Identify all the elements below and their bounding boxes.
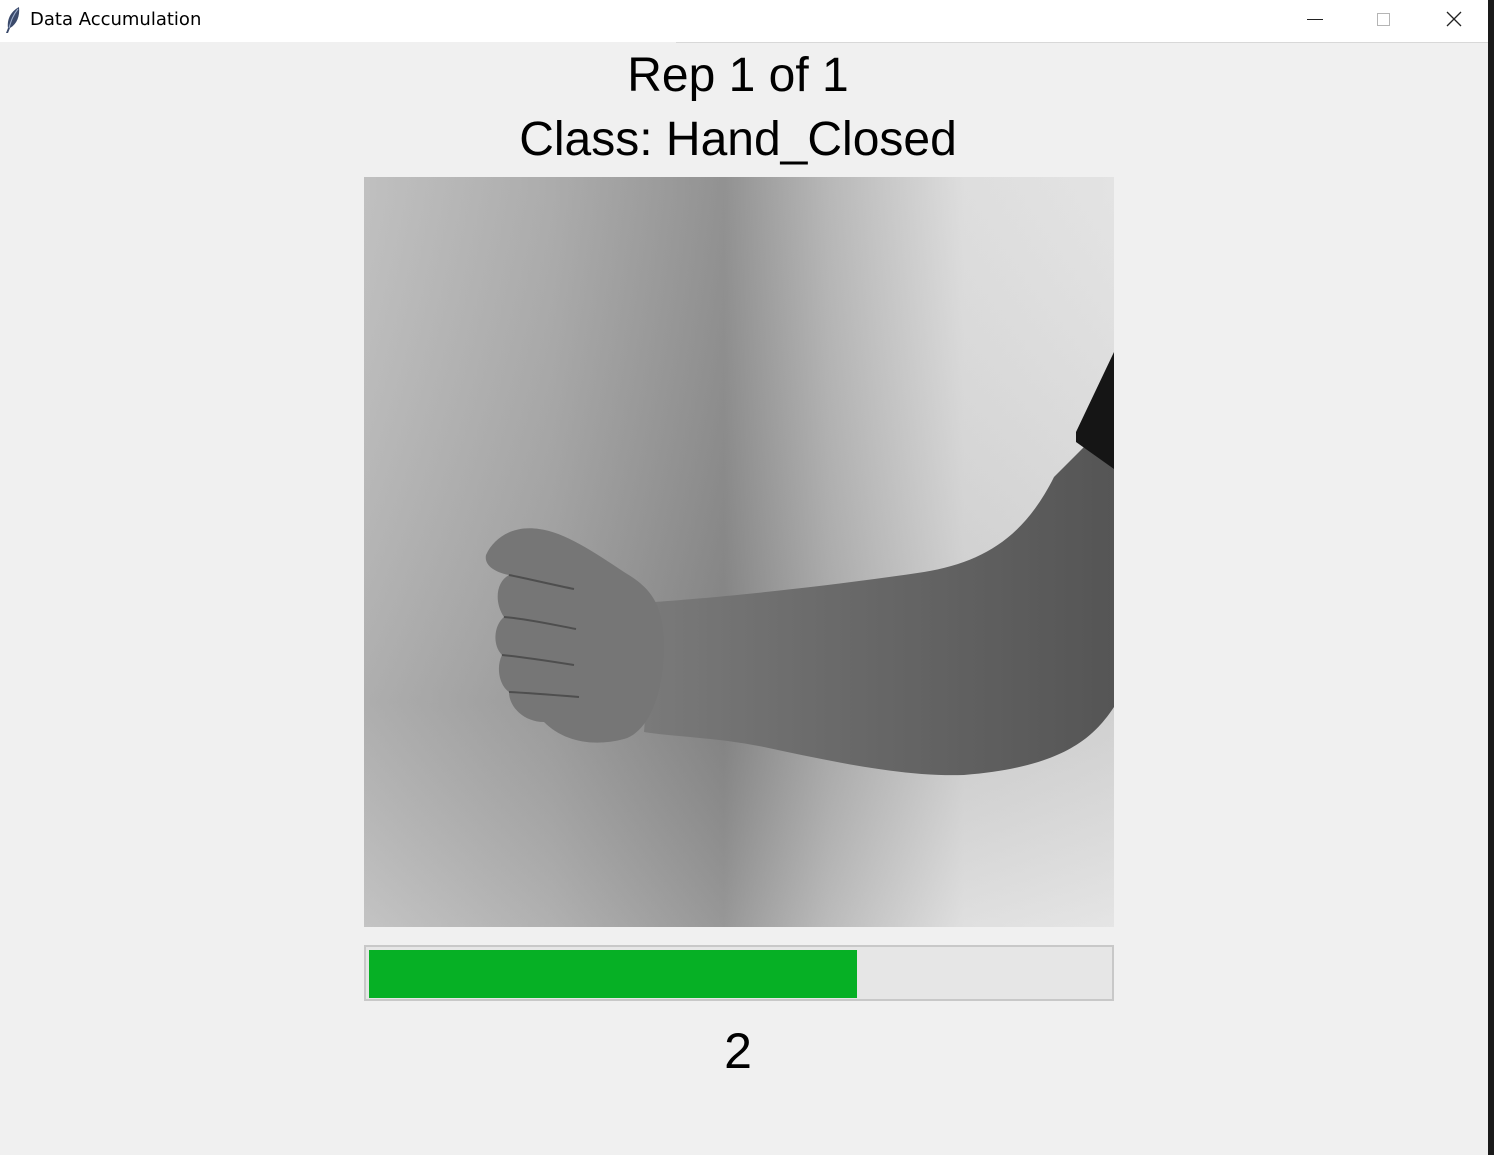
app-window: Data Accumulation Rep 1 of 1 Class: Hand… (0, 0, 1488, 1155)
window-title: Data Accumulation (30, 9, 202, 30)
maximize-button[interactable] (1348, 0, 1418, 38)
progress-bar (364, 945, 1114, 1001)
title-bar[interactable]: Data Accumulation (0, 0, 1488, 42)
close-button[interactable] (1419, 0, 1489, 38)
minimize-icon (1307, 18, 1323, 20)
fist-photo (364, 177, 1114, 927)
gesture-image (364, 177, 1114, 927)
close-icon (1446, 11, 1462, 27)
maximize-icon (1376, 12, 1390, 26)
class-label: Class: Hand_Closed (519, 113, 957, 166)
feather-icon (6, 7, 20, 33)
rep-counter-label: Rep 1 of 1 (627, 49, 849, 102)
title-divider (676, 42, 1488, 43)
screen-edge (1488, 0, 1494, 1155)
progress-fill (369, 950, 857, 998)
countdown-value: 2 (724, 1023, 752, 1079)
minimize-button[interactable] (1280, 0, 1350, 38)
